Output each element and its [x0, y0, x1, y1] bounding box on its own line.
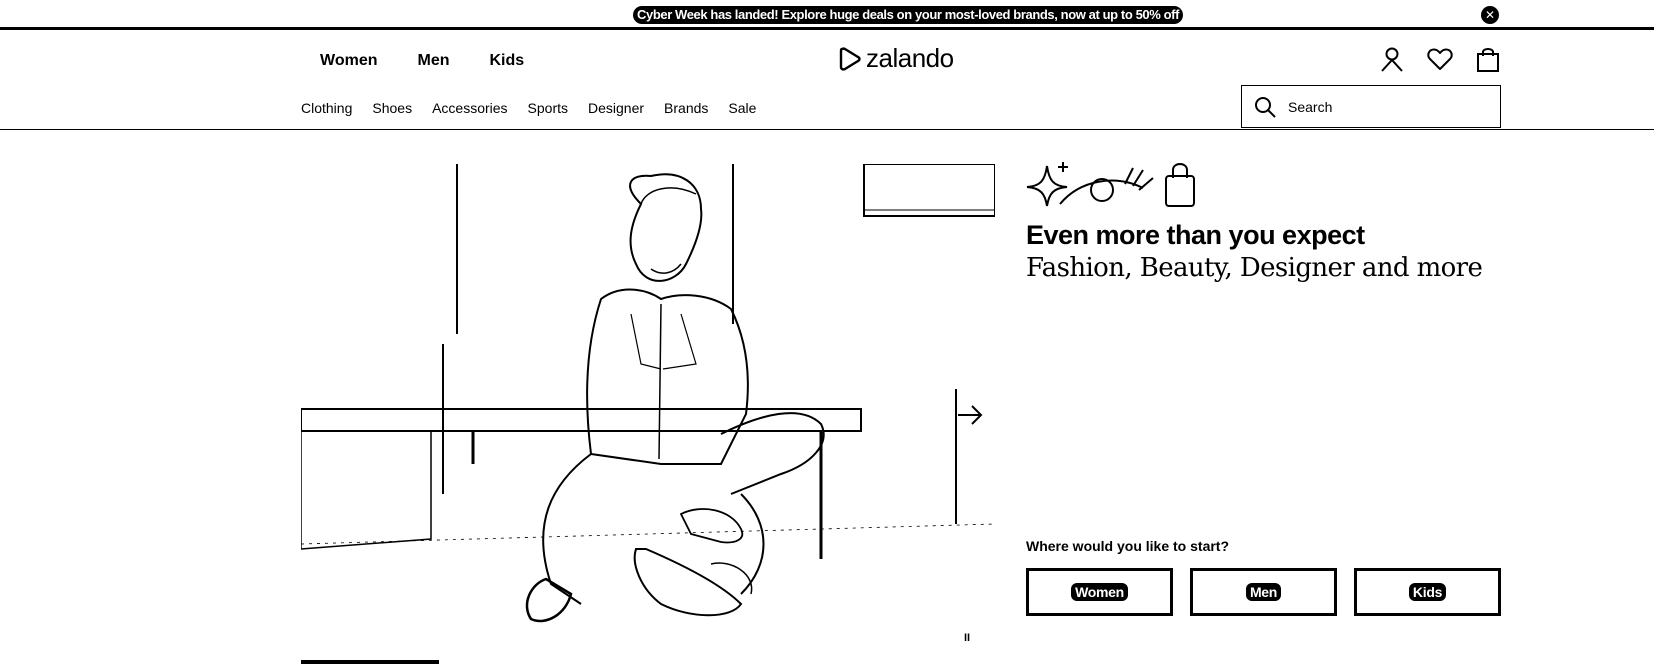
start-men-button[interactable]: Men: [1190, 568, 1337, 616]
search-box[interactable]: [1241, 85, 1501, 128]
next-arrow-icon[interactable]: [955, 400, 985, 430]
start-buttons: Women Men Kids: [1026, 568, 1501, 616]
nav-sports[interactable]: Sports: [528, 100, 568, 116]
nav-brands[interactable]: Brands: [664, 100, 708, 116]
close-icon[interactable]: ✕: [1481, 6, 1499, 24]
hero-headline: Even more than you expect: [1026, 220, 1365, 250]
primary-nav: Women Men Kids: [320, 52, 524, 70]
nav-kids[interactable]: Kids: [489, 52, 524, 70]
shopping-bag-icon: [1165, 163, 1195, 207]
sparkle-icon: [1026, 162, 1068, 207]
nav-clothing[interactable]: Clothing: [301, 100, 352, 116]
zalando-play-icon: [839, 46, 861, 71]
hero-subline: Fashion, Beauty, Designer and more: [1026, 253, 1483, 283]
logo-text: zalando: [866, 43, 954, 73]
search-icon: [1255, 96, 1276, 118]
nav-accessories[interactable]: Accessories: [432, 100, 507, 116]
header-icons: [1377, 44, 1503, 74]
nav-sale[interactable]: Sale: [728, 100, 756, 116]
search-input[interactable]: [1288, 98, 1478, 115]
hero-image[interactable]: [301, 164, 995, 664]
category-nav: Clothing Shoes Accessories Sports Design…: [301, 100, 756, 116]
logo[interactable]: zalando: [838, 43, 954, 74]
start-question: Where would you like to start?: [1026, 538, 1230, 554]
start-men-label: Men: [1245, 583, 1282, 601]
start-women-label: Women: [1071, 583, 1128, 601]
nav-women[interactable]: Women: [320, 52, 377, 70]
start-kids-button[interactable]: Kids: [1354, 568, 1501, 616]
heart-icon[interactable]: [1425, 44, 1455, 74]
promo-text[interactable]: Cyber Week has landed! Explore huge deal…: [633, 6, 1184, 24]
start-women-button[interactable]: Women: [1026, 568, 1173, 616]
site-header: Women Men Kids zalando Clothing Shoes Ac…: [0, 30, 1654, 130]
nav-shoes[interactable]: Shoes: [372, 100, 412, 116]
carousel-progress: [301, 660, 439, 664]
user-icon[interactable]: [1377, 44, 1407, 74]
pause-button[interactable]: II: [964, 632, 970, 644]
nav-men[interactable]: Men: [417, 52, 449, 70]
start-kids-label: Kids: [1408, 583, 1447, 601]
nav-designer[interactable]: Designer: [588, 100, 644, 116]
bag-icon[interactable]: [1473, 44, 1503, 74]
promise-icons: [1025, 160, 1205, 213]
promo-bar: Cyber Week has landed! Explore huge deal…: [0, 0, 1654, 30]
hero-illustration: [301, 164, 995, 623]
eye-icon: [1059, 167, 1154, 205]
